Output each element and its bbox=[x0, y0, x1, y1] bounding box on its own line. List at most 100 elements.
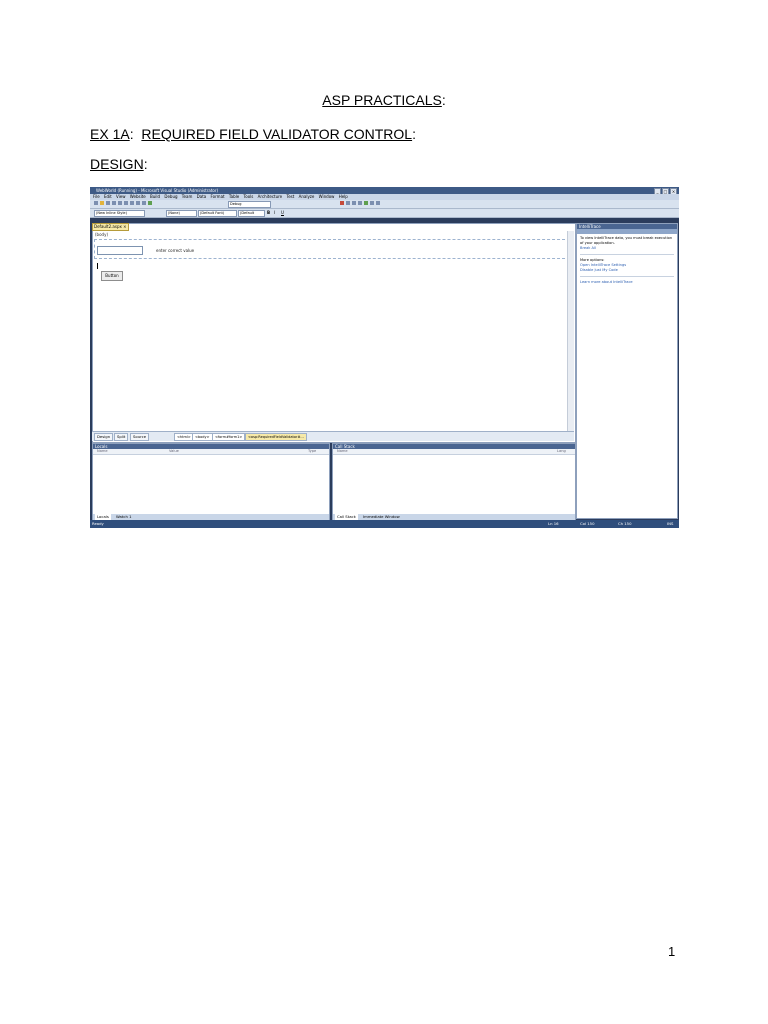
locals-panel: Locals Name Value Type Locals Watch 1 bbox=[92, 443, 330, 521]
style-combo[interactable]: (New Inline Style) bbox=[94, 210, 145, 217]
intellitrace-body: To view IntelliTrace data, you must brea… bbox=[577, 234, 677, 287]
menu-window[interactable]: Window bbox=[319, 194, 335, 199]
callstack-col-name[interactable]: Name bbox=[337, 449, 348, 454]
new-project-icon[interactable] bbox=[94, 201, 98, 205]
menu-debug[interactable]: Debug bbox=[164, 194, 177, 199]
bold-button[interactable]: B bbox=[267, 210, 270, 215]
formatting-toolbar: (New Inline Style) (None) (Default Font)… bbox=[90, 209, 679, 218]
menu-table[interactable]: Table bbox=[229, 194, 239, 199]
status-bar: Ready Ln 16 Col 150 Ch 150 INS bbox=[90, 520, 679, 528]
tab-close-icon[interactable]: × bbox=[123, 224, 126, 229]
visual-studio-screenshot: WebWorld (Running) - Microsoft Visual St… bbox=[90, 187, 679, 528]
button-control[interactable]: Button bbox=[101, 271, 123, 281]
breadcrumb-form[interactable]: <form#form1> bbox=[212, 433, 246, 441]
menu-help[interactable]: Help bbox=[339, 194, 348, 199]
exercise-title: REQUIRED FIELD VALIDATOR CONTROL bbox=[141, 126, 413, 142]
debug-toolbar-icons bbox=[340, 201, 380, 205]
standard-toolbar: Debug bbox=[90, 200, 679, 209]
locals-column-header: Name Value Type bbox=[93, 449, 329, 455]
editor-view-bar: Design Split Source <html> <body> <form#… bbox=[92, 431, 574, 441]
exercise-suffix: : bbox=[412, 126, 416, 142]
cut-icon[interactable] bbox=[118, 201, 122, 205]
menu-file[interactable]: File bbox=[93, 194, 100, 199]
menu-tools[interactable]: Tools bbox=[244, 194, 254, 199]
tab-source[interactable]: Source bbox=[130, 433, 150, 441]
undo-icon[interactable] bbox=[136, 201, 140, 205]
menu-data[interactable]: Data bbox=[197, 194, 207, 199]
break-all-link[interactable]: Break All bbox=[580, 246, 674, 251]
exercise-separator: : bbox=[129, 126, 134, 142]
status-line: Ln 16 bbox=[548, 521, 559, 526]
design-suffix: : bbox=[143, 156, 148, 172]
design-heading: DESIGN: bbox=[90, 156, 148, 172]
breadcrumb-body[interactable]: <body> bbox=[192, 433, 213, 441]
design-label: DESIGN bbox=[90, 156, 144, 172]
tab-default2-aspx[interactable]: Default2.aspx × bbox=[92, 223, 129, 231]
save-icon[interactable] bbox=[106, 201, 110, 205]
status-insert-mode: INS bbox=[667, 521, 674, 526]
breakpoint-icon[interactable] bbox=[364, 201, 368, 205]
find-icon[interactable] bbox=[370, 201, 374, 205]
menu-view[interactable]: View bbox=[116, 194, 126, 199]
menu-test[interactable]: Test bbox=[286, 194, 294, 199]
divider bbox=[580, 276, 674, 277]
window-title: WebWorld (Running) - Microsoft Visual St… bbox=[96, 188, 219, 193]
start-debugging-icon[interactable] bbox=[148, 201, 152, 205]
textbox-control[interactable] bbox=[97, 246, 143, 255]
divider bbox=[580, 254, 674, 255]
intellitrace-panel: IntelliTrace To view IntelliTrace data, … bbox=[576, 223, 678, 519]
page-title: ASP PRACTICALS: bbox=[0, 92, 768, 108]
menu-analyze[interactable]: Analyze bbox=[299, 194, 315, 199]
step-out-icon[interactable] bbox=[358, 201, 362, 205]
editor-scrollbar[interactable] bbox=[567, 231, 574, 437]
exercise-label: EX 1A bbox=[90, 126, 130, 142]
toolbar-icons bbox=[94, 201, 152, 205]
page-number: 1 bbox=[668, 944, 676, 959]
tab-design[interactable]: Design bbox=[94, 433, 114, 441]
stop-debugging-icon[interactable] bbox=[340, 201, 344, 205]
menu-team[interactable]: Team bbox=[182, 194, 193, 199]
redo-icon[interactable] bbox=[142, 201, 146, 205]
required-field-validator[interactable]: enter correct value bbox=[156, 248, 194, 253]
locals-col-value[interactable]: Value bbox=[169, 449, 179, 454]
status-text: Ready bbox=[92, 521, 104, 526]
locals-col-name[interactable]: Name bbox=[97, 449, 108, 454]
menu-format[interactable]: Format bbox=[211, 194, 225, 199]
paste-icon[interactable] bbox=[130, 201, 134, 205]
tab-split[interactable]: Split bbox=[114, 433, 129, 441]
menu-edit[interactable]: Edit bbox=[104, 194, 112, 199]
copy-icon[interactable] bbox=[124, 201, 128, 205]
block-format-combo[interactable]: (None) bbox=[166, 210, 197, 217]
font-size-combo[interactable]: (Default bbox=[238, 210, 265, 217]
solution-config-combo[interactable]: Debug bbox=[228, 201, 271, 208]
font-combo[interactable]: (Default Font) bbox=[198, 210, 237, 217]
title-text: ASP PRACTICALS bbox=[322, 92, 442, 108]
body-tag-label: (body) bbox=[95, 232, 109, 237]
text-cursor bbox=[97, 263, 98, 269]
status-char: Ch 150 bbox=[618, 521, 632, 526]
callstack-panel: Call Stack Name Lang Call Stack Immediat… bbox=[332, 443, 576, 521]
disable-just-my-code-link[interactable]: Disable Just My Code bbox=[580, 268, 674, 273]
step-into-icon[interactable] bbox=[346, 201, 350, 205]
solution-explorer-icon[interactable] bbox=[376, 201, 380, 205]
callstack-column-header: Name Lang bbox=[333, 449, 575, 455]
status-column: Col 150 bbox=[580, 521, 595, 526]
step-over-icon[interactable] bbox=[352, 201, 356, 205]
window-titlebar: WebWorld (Running) - Microsoft Visual St… bbox=[90, 187, 679, 195]
menu-build[interactable]: Build bbox=[150, 194, 160, 199]
title-suffix: : bbox=[441, 92, 446, 108]
callstack-col-lang[interactable]: Lang bbox=[557, 449, 566, 454]
exercise-heading: EX 1A: REQUIRED FIELD VALIDATOR CONTROL: bbox=[90, 126, 416, 142]
tab-label: Default2.aspx bbox=[94, 224, 122, 229]
save-all-icon[interactable] bbox=[112, 201, 116, 205]
learn-more-link[interactable]: Learn more about IntelliTrace bbox=[580, 280, 674, 285]
italic-button[interactable]: I bbox=[274, 210, 275, 215]
menu-architecture[interactable]: Architecture bbox=[258, 194, 283, 199]
breadcrumb-html[interactable]: <html> bbox=[174, 433, 194, 441]
intellitrace-info: To view IntelliTrace data, you must brea… bbox=[580, 236, 673, 245]
underline-button[interactable]: U bbox=[281, 210, 284, 215]
locals-col-type[interactable]: Type bbox=[308, 449, 316, 454]
open-folder-icon[interactable] bbox=[100, 201, 104, 205]
menu-website[interactable]: Website bbox=[130, 194, 146, 199]
breadcrumb-validator[interactable]: <asp:RequiredFieldValidator#... bbox=[245, 433, 307, 441]
